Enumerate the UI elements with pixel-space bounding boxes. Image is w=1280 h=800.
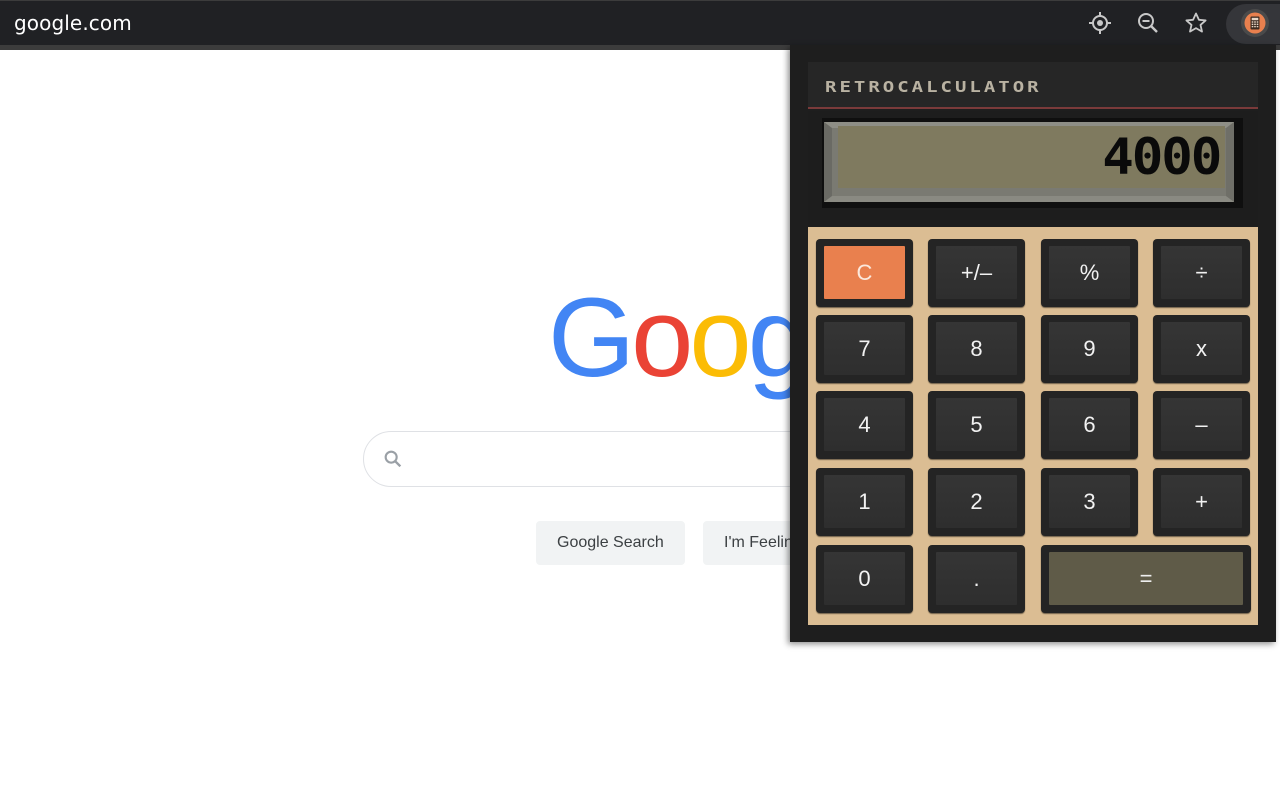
key-clear-button[interactable]: C (816, 239, 913, 307)
key-digit-4-button[interactable]: 4 (816, 391, 913, 459)
key-label: +/– (936, 246, 1017, 299)
key-label: 9 (1049, 322, 1130, 375)
key-digit-1-button[interactable]: 1 (816, 468, 913, 536)
calculator-extension-icon[interactable] (1240, 8, 1270, 38)
key-label: 6 (1049, 398, 1130, 451)
logo-letter: o (689, 275, 751, 400)
key-label: 8 (936, 322, 1017, 375)
key-label: 3 (1049, 475, 1130, 528)
zoom-out-icon[interactable] (1134, 9, 1162, 37)
key-label: 2 (936, 475, 1017, 528)
keypad: C +/–% ÷ 7 8 9 x 4 5 6– 1 2 3 +0. = (808, 227, 1258, 625)
key-multiply-button[interactable]: x (1153, 315, 1250, 383)
key-subtract-button[interactable]: – (1153, 391, 1250, 459)
key-decimal-button[interactable]: . (928, 545, 1025, 613)
key-label: 0 (824, 552, 905, 605)
key-digit-0-button[interactable]: 0 (816, 545, 913, 613)
key-divide-button[interactable]: ÷ (1153, 239, 1250, 307)
search-icon (382, 448, 404, 475)
key-label: ÷ (1161, 246, 1242, 299)
display-screen: 4000 (838, 126, 1225, 188)
location-icon[interactable] (1086, 9, 1114, 37)
key-equals-button[interactable]: = (1041, 545, 1251, 613)
key-digit-3-button[interactable]: 3 (1041, 468, 1138, 536)
bookmark-star-icon[interactable] (1182, 9, 1210, 37)
retro-calculator: RETROCALCULATOR 4000 C +/–% ÷ 7 8 9 x 4 5 6– 1 2 3 +0… (808, 62, 1258, 625)
key-label: 1 (824, 475, 905, 528)
key-digit-8-button[interactable]: 8 (928, 315, 1025, 383)
display-area: 4000 (808, 111, 1258, 227)
key-digit-6-button[interactable]: 6 (1041, 391, 1138, 459)
key-digit-2-button[interactable]: 2 (928, 468, 1025, 536)
calculator-header: RETROCALCULATOR (808, 62, 1258, 109)
address-bar[interactable]: google.com (14, 11, 132, 35)
key-label: x (1161, 322, 1242, 375)
google-search-button[interactable]: Google Search (536, 521, 685, 565)
display-frame: 4000 (822, 118, 1243, 208)
extension-popup: RETROCALCULATOR 4000 C +/–% ÷ 7 8 9 x 4 5 6– 1 2 3 +0… (790, 45, 1276, 642)
key-label: 7 (824, 322, 905, 375)
key-digit-9-button[interactable]: 9 (1041, 315, 1138, 383)
display-value: 4000 (1101, 128, 1222, 186)
key-label: = (1049, 552, 1243, 605)
logo-letter: o (631, 275, 693, 400)
key-digit-7-button[interactable]: 7 (816, 315, 913, 383)
key-digit-5-button[interactable]: 5 (928, 391, 1025, 459)
key-label: 5 (936, 398, 1017, 451)
key-label: + (1161, 475, 1242, 528)
key-label: . (936, 552, 1017, 605)
key-add-button[interactable]: + (1153, 468, 1250, 536)
browser-toolbar: google.com (0, 0, 1280, 45)
calculator-title: RETROCALCULATOR (825, 78, 1042, 96)
key-label: – (1161, 398, 1242, 451)
key-plus-minus-button[interactable]: +/– (928, 239, 1025, 307)
key-label: 4 (824, 398, 905, 451)
key-label: % (1049, 246, 1130, 299)
google-logo: Goog (548, 275, 810, 400)
key-label: C (824, 246, 905, 299)
logo-letter: G (548, 275, 635, 400)
key-percent-button[interactable]: % (1041, 239, 1138, 307)
